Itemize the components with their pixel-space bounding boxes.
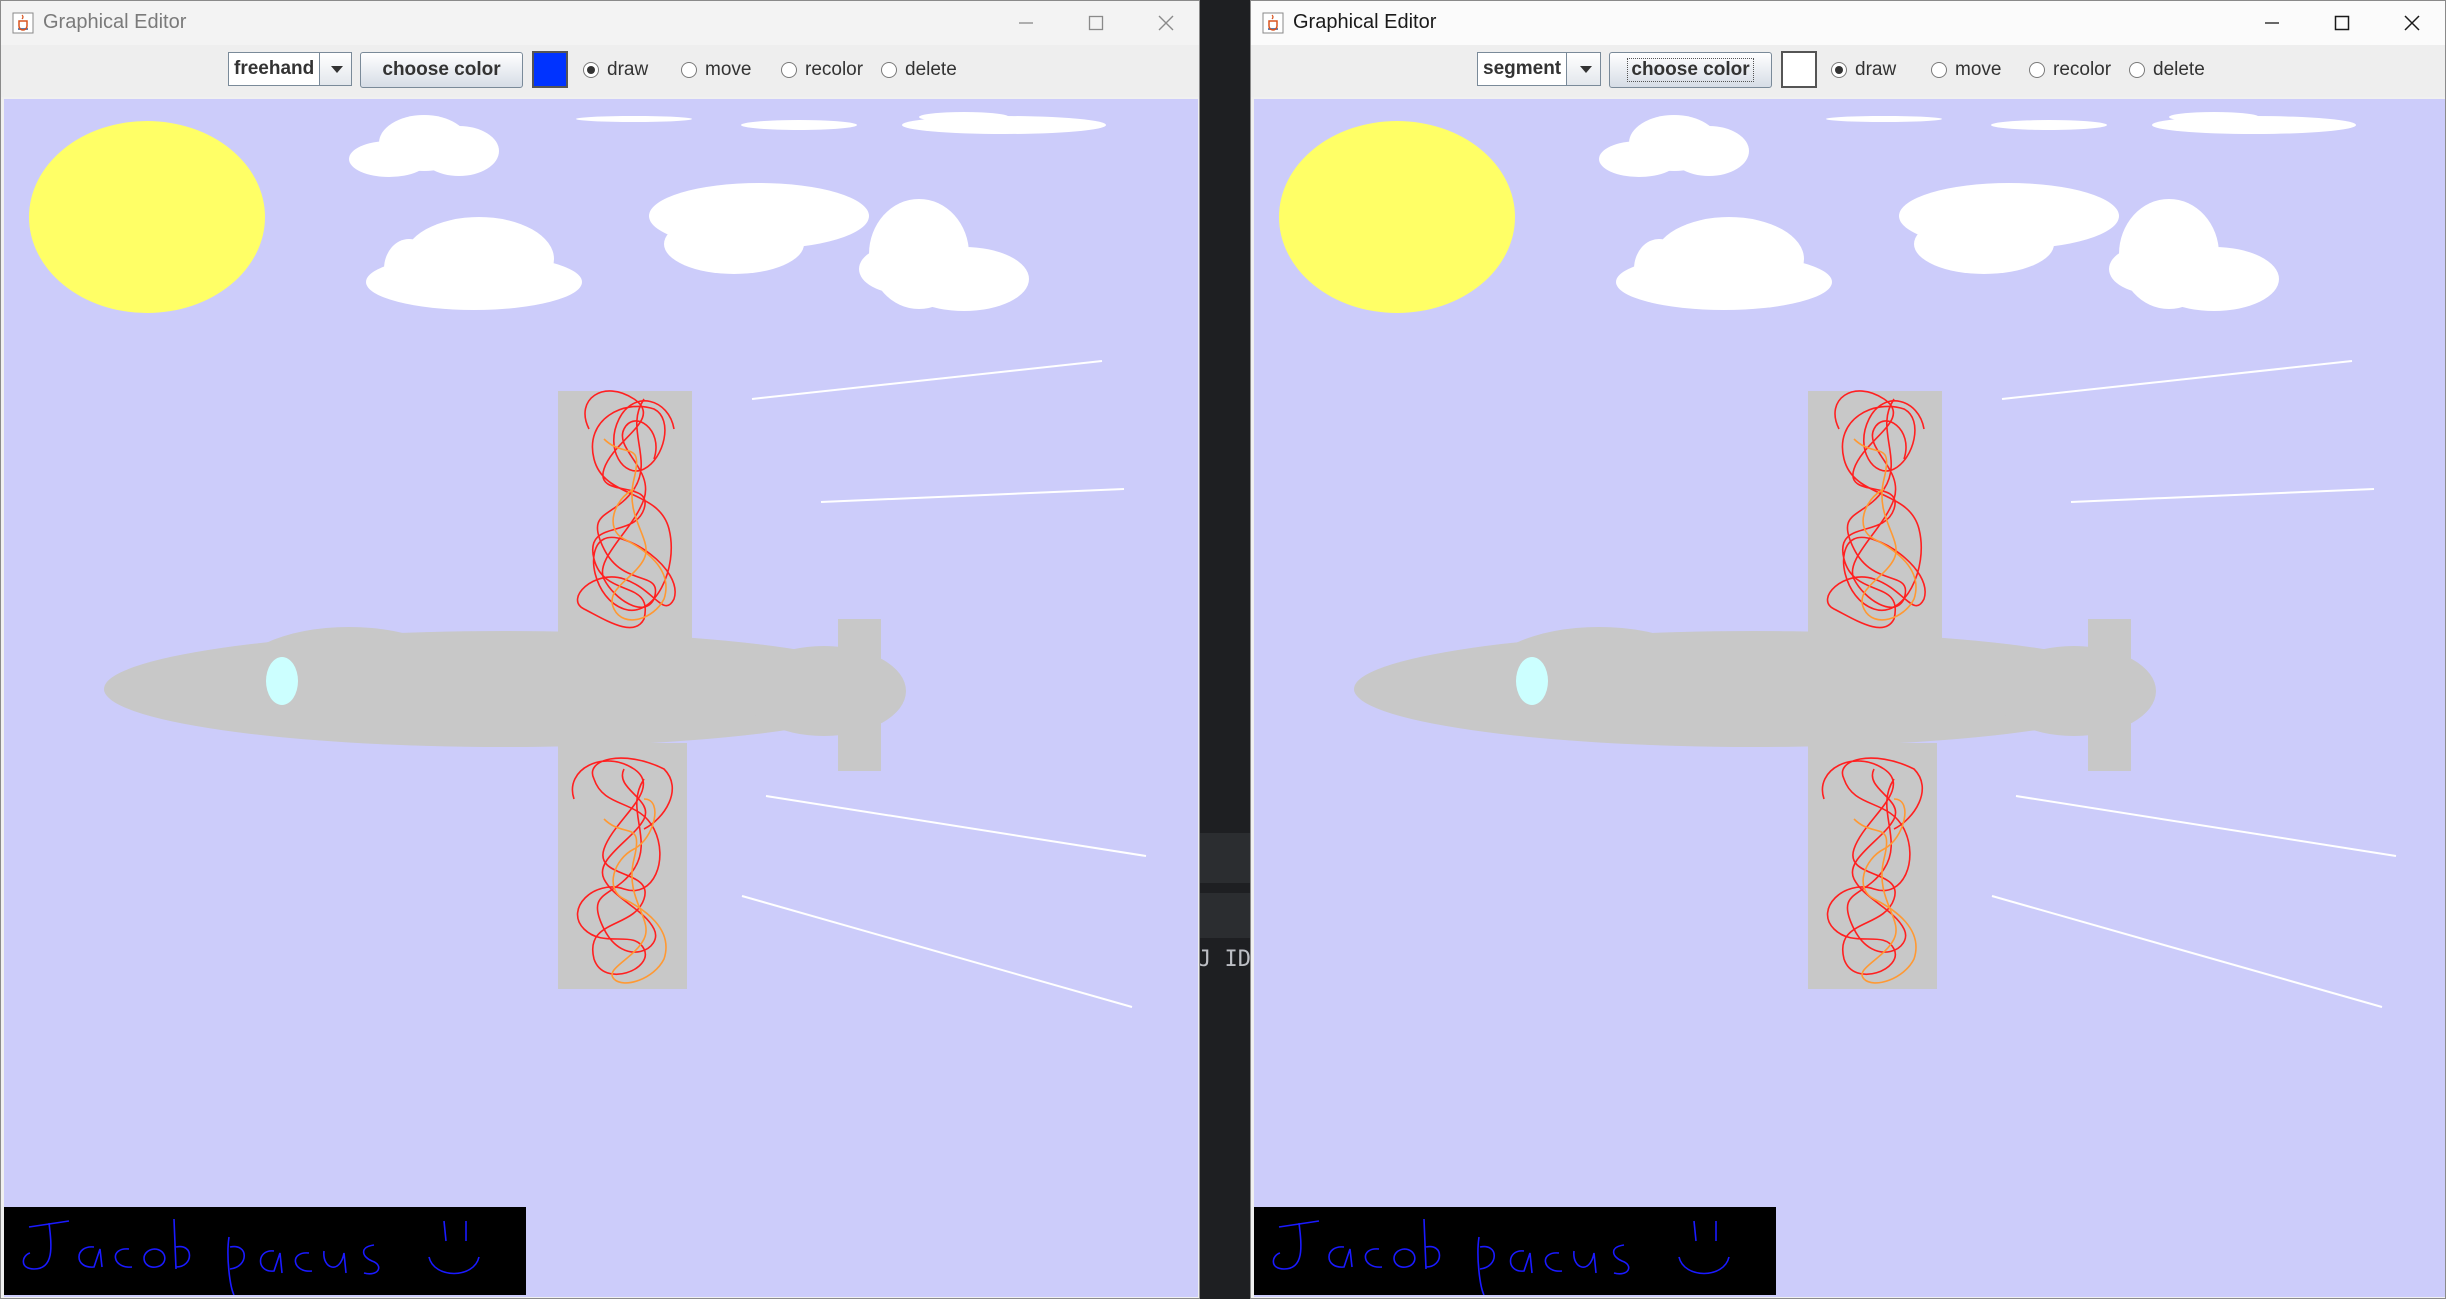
airplane-window [1516, 657, 1548, 705]
drawing-canvas[interactable] [1254, 99, 2446, 1298]
signature-panel [4, 1207, 526, 1296]
minimize-icon [2265, 22, 2279, 24]
editor-window-left: Graphical Editor freehand choose color d… [0, 0, 1200, 1299]
close-icon [1158, 15, 1174, 31]
choose-color-button[interactable]: choose color [1609, 52, 1772, 88]
choose-color-button[interactable]: choose color [360, 52, 523, 88]
mode-label: delete [2153, 59, 2205, 80]
maximize-button[interactable] [1061, 1, 1131, 45]
minimize-button[interactable] [2237, 1, 2307, 45]
toolbar: segment choose color draw move recolor d… [1251, 45, 2445, 97]
title-bar[interactable]: Graphical Editor [1, 1, 1199, 45]
mode-label: move [1955, 59, 2002, 80]
background-app-text: J ID [1198, 947, 1251, 972]
shape-select-value: segment [1478, 53, 1568, 85]
radio-circle[interactable] [1831, 62, 1847, 78]
maximize-icon [2334, 15, 2350, 31]
radio-circle[interactable] [881, 62, 897, 78]
mode-label: draw [1855, 59, 1897, 80]
drawing-canvas[interactable] [4, 99, 1198, 1298]
java-app-icon [1262, 12, 1284, 34]
chevron-down-icon[interactable] [323, 53, 351, 85]
editor-window-right: Graphical Editor segment choose color dr… [1250, 0, 2446, 1299]
mode-radio-delete[interactable]: delete [881, 59, 957, 80]
radio-circle[interactable] [2129, 62, 2145, 78]
radio-circle[interactable] [2029, 62, 2045, 78]
mode-radio-delete[interactable]: delete [2129, 59, 2205, 80]
airplane-window [266, 657, 298, 705]
close-button[interactable] [1131, 1, 1199, 45]
choose-color-label: choose color [382, 59, 501, 80]
canvas-drawing[interactable] [1254, 99, 2446, 1297]
radio-circle[interactable] [781, 62, 797, 78]
radio-circle[interactable] [1931, 62, 1947, 78]
chevron-down-icon[interactable] [1572, 53, 1600, 85]
title-bar[interactable]: Graphical Editor [1251, 1, 2445, 45]
mode-radio-recolor[interactable]: recolor [781, 59, 864, 80]
mode-radio-move[interactable]: move [1931, 59, 2002, 80]
maximize-button[interactable] [2307, 1, 2377, 45]
maximize-icon [1088, 15, 1104, 31]
radio-circle[interactable] [583, 62, 599, 78]
window-title: Graphical Editor [1293, 11, 1437, 33]
choose-color-label: choose color [1627, 58, 1754, 82]
signature-panel [1254, 1207, 1776, 1296]
java-app-icon [12, 12, 34, 34]
close-button[interactable] [2377, 1, 2445, 45]
window-title: Graphical Editor [43, 11, 187, 33]
signature-drawing [1272, 1218, 1730, 1296]
mode-radio-draw[interactable]: draw [1831, 59, 1897, 80]
signature-drawing [22, 1218, 480, 1296]
mode-radio-draw[interactable]: draw [583, 59, 649, 80]
toolbar: freehand choose color draw move recolor … [1, 45, 1199, 97]
mode-label: recolor [2053, 59, 2112, 80]
current-color-swatch [532, 51, 568, 88]
mode-label: delete [905, 59, 957, 80]
shape-select[interactable]: freehand [228, 52, 352, 86]
shape-select-value: freehand [229, 53, 321, 85]
mode-radio-recolor[interactable]: recolor [2029, 59, 2112, 80]
minimize-icon [1019, 22, 1033, 24]
mode-label: recolor [805, 59, 864, 80]
radio-circle[interactable] [681, 62, 697, 78]
sun-shape [29, 121, 265, 313]
shape-select[interactable]: segment [1477, 52, 1601, 86]
mode-radio-move[interactable]: move [681, 59, 752, 80]
sun-shape [1279, 121, 1515, 313]
canvas-drawing[interactable] [4, 99, 1198, 1297]
minimize-button[interactable] [991, 1, 1061, 45]
mode-label: draw [607, 59, 649, 80]
close-icon [2404, 15, 2420, 31]
mode-label: move [705, 59, 752, 80]
background-app-strip [1200, 0, 1250, 1299]
current-color-swatch [1781, 51, 1817, 88]
